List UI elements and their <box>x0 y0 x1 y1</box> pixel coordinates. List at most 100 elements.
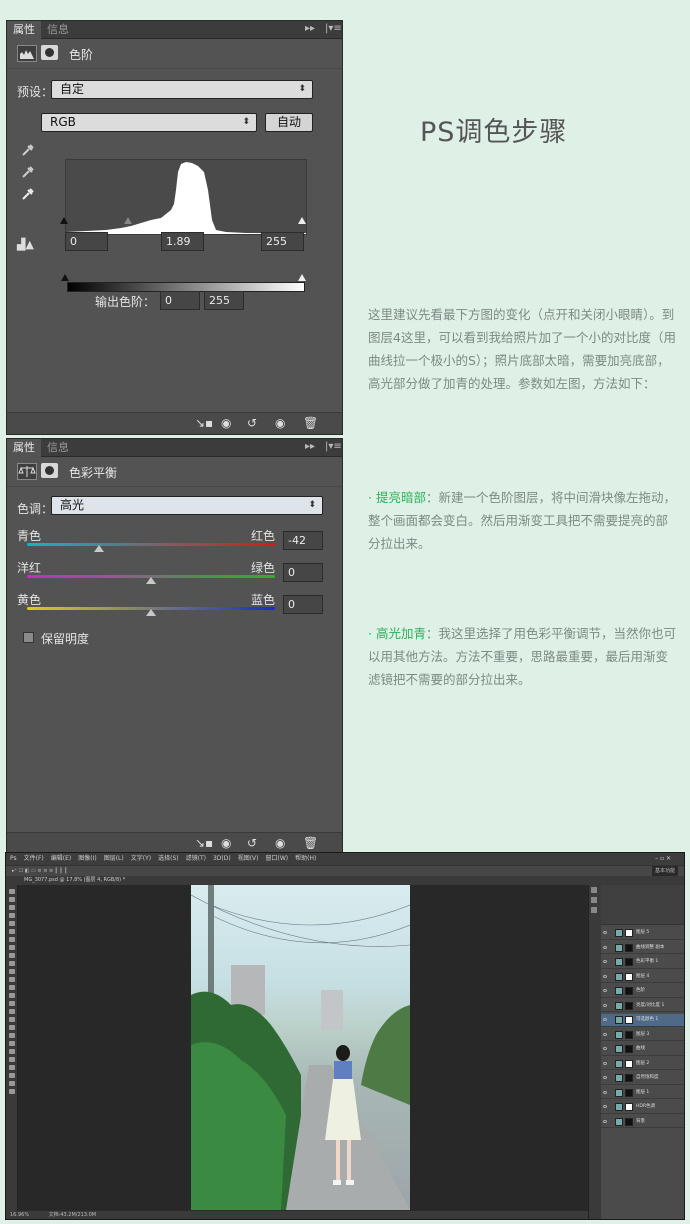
layer-visibility-eye-icon[interactable] <box>603 945 607 949</box>
tool-icon[interactable] <box>9 1065 15 1070</box>
delete-trash-icon[interactable]: 🗑 <box>303 416 318 430</box>
preserve-luminosity-checkbox[interactable] <box>23 632 34 643</box>
tool-icon[interactable] <box>9 961 15 966</box>
layer-row[interactable]: 色彩平衡 1 <box>601 956 684 969</box>
menu-item[interactable]: 编辑(E) <box>51 855 71 862</box>
tab-properties[interactable]: 属性 <box>7 439 41 457</box>
layer-visibility-eye-icon[interactable] <box>603 974 607 978</box>
layer-visibility-eye-icon[interactable] <box>603 1061 607 1065</box>
visibility-eye-icon[interactable]: ◉ <box>275 416 285 430</box>
layer-row[interactable]: 图层 3 <box>601 1029 684 1041</box>
tool-icon[interactable] <box>9 889 15 894</box>
menu-item[interactable]: 窗口(W) <box>266 855 289 862</box>
tool-icon[interactable] <box>9 929 15 934</box>
input-black-slider[interactable] <box>60 217 68 224</box>
tool-icon[interactable] <box>9 897 15 902</box>
layer-mask-icon[interactable] <box>41 463 58 478</box>
tool-icon[interactable] <box>9 1049 15 1054</box>
menu-item[interactable]: 帮助(H) <box>295 855 316 862</box>
layer-visibility-eye-icon[interactable] <box>603 989 607 992</box>
input-white-field[interactable]: 255 <box>261 232 304 251</box>
tool-icon[interactable] <box>9 905 15 910</box>
menu-item[interactable]: 视图(V) <box>238 855 259 862</box>
brush-icon[interactable] <box>591 907 597 913</box>
collapse-icon[interactable]: ▸▸ <box>305 441 315 452</box>
layer-visibility-eye-icon[interactable] <box>603 1090 607 1094</box>
input-gamma-slider[interactable] <box>124 217 132 224</box>
tool-icon[interactable] <box>9 913 15 918</box>
menu-item[interactable]: 3D(D) <box>213 855 231 862</box>
tool-icon[interactable] <box>9 1041 15 1046</box>
cyan-red-slider-knob[interactable] <box>93 545 104 552</box>
layer-visibility-eye-icon[interactable] <box>603 960 607 963</box>
tool-icon[interactable] <box>9 977 15 982</box>
menu-item[interactable]: 图像(I) <box>78 855 96 862</box>
layer-row[interactable]: 图层 4 <box>601 971 684 983</box>
window-controls-icon[interactable]: – ▫ ✕ <box>655 853 671 865</box>
layer-visibility-eye-icon[interactable] <box>603 1003 607 1007</box>
gray-point-eyedropper-icon[interactable] <box>21 165 35 179</box>
tool-icon[interactable] <box>9 1073 15 1078</box>
tool-icon[interactable] <box>9 1081 15 1086</box>
move-tool-options[interactable]: ▸⁺ ☐ ◧ ▭ ≡ ≡ ≡ ║ ║ ║ <box>12 868 67 874</box>
tool-icon[interactable] <box>9 1001 15 1006</box>
menu-item[interactable]: 滤镜(T) <box>186 855 206 862</box>
magenta-green-value-field[interactable]: 0 <box>283 563 323 582</box>
tool-icon[interactable] <box>9 945 15 950</box>
preset-select[interactable]: 自定 ⬍ <box>51 80 313 99</box>
layer-visibility-eye-icon[interactable] <box>603 1105 607 1108</box>
output-black-field[interactable]: 0 <box>160 291 200 310</box>
collapse-icon[interactable]: ▸▸ <box>305 23 315 34</box>
tool-icon[interactable] <box>9 921 15 926</box>
layer-row[interactable]: 曲线调整 副本 <box>601 942 684 954</box>
workspace-select[interactable]: 基本功能 <box>651 866 678 876</box>
tool-icon[interactable] <box>9 969 15 974</box>
reset-icon[interactable]: ↺ <box>247 416 257 430</box>
layer-mask-icon[interactable] <box>41 45 58 60</box>
yellow-blue-slider-knob[interactable] <box>146 609 156 616</box>
tab-info[interactable]: 信息 <box>41 21 75 39</box>
menu-item[interactable]: 选择(S) <box>158 855 179 862</box>
tab-info[interactable]: 信息 <box>41 439 75 457</box>
zoom-level[interactable]: 16.96% <box>10 1212 29 1218</box>
input-white-slider[interactable] <box>298 217 306 224</box>
menu-item[interactable]: Ps <box>10 855 17 862</box>
tone-select[interactable]: 高光 ⬍ <box>51 496 323 515</box>
layer-visibility-eye-icon[interactable] <box>603 1018 607 1021</box>
document-tab[interactable]: MG_3077.psd @ 17.8% (图层 4, RGB/8) * <box>6 876 684 885</box>
view-previous-icon[interactable]: ◉ <box>221 836 231 850</box>
tool-icon[interactable] <box>9 1009 15 1014</box>
menu-item[interactable]: 图层(L) <box>104 855 124 862</box>
layer-row[interactable]: 亮度/对比度 1 <box>601 1000 684 1012</box>
magenta-green-slider-knob[interactable] <box>146 577 156 584</box>
layer-visibility-eye-icon[interactable] <box>603 1076 607 1079</box>
layer-row[interactable]: 背景 <box>601 1116 684 1128</box>
layer-row[interactable]: 可选颜色 1 <box>601 1014 684 1027</box>
layer-visibility-eye-icon[interactable] <box>603 931 607 934</box>
layer-row[interactable]: 曲线 <box>601 1043 684 1056</box>
properties-icon[interactable] <box>591 897 597 903</box>
tool-icon[interactable] <box>9 985 15 990</box>
tool-icon[interactable] <box>9 1033 15 1038</box>
output-white-field[interactable]: 255 <box>204 291 244 310</box>
clip-to-layer-icon[interactable]: ↘▪ <box>195 836 213 850</box>
yellow-blue-value-field[interactable]: 0 <box>283 595 323 614</box>
tool-icon[interactable] <box>9 953 15 958</box>
black-point-eyedropper-icon[interactable] <box>21 143 35 157</box>
layer-row[interactable]: HDR色调 <box>601 1101 684 1114</box>
layer-row[interactable]: 图层 1 <box>601 1087 684 1099</box>
input-gamma-field[interactable]: 1.89 <box>161 232 204 251</box>
tool-icon[interactable] <box>9 993 15 998</box>
tool-icon[interactable] <box>9 937 15 942</box>
panel-menu-icon[interactable]: |▾≡ <box>325 441 342 452</box>
history-icon[interactable] <box>591 887 597 893</box>
input-black-field[interactable]: 0 <box>65 232 108 251</box>
channel-select[interactable]: RGB ⬍ <box>41 113 257 132</box>
menu-item[interactable]: 文件(F) <box>24 855 44 862</box>
menu-item[interactable]: 文字(Y) <box>131 855 151 862</box>
tool-icon[interactable] <box>9 1089 15 1094</box>
clipping-warning-icon[interactable]: ▟▲ <box>17 238 34 251</box>
document-canvas[interactable] <box>19 885 587 1210</box>
visibility-eye-icon[interactable]: ◉ <box>275 836 285 850</box>
white-point-eyedropper-icon[interactable] <box>21 187 35 201</box>
